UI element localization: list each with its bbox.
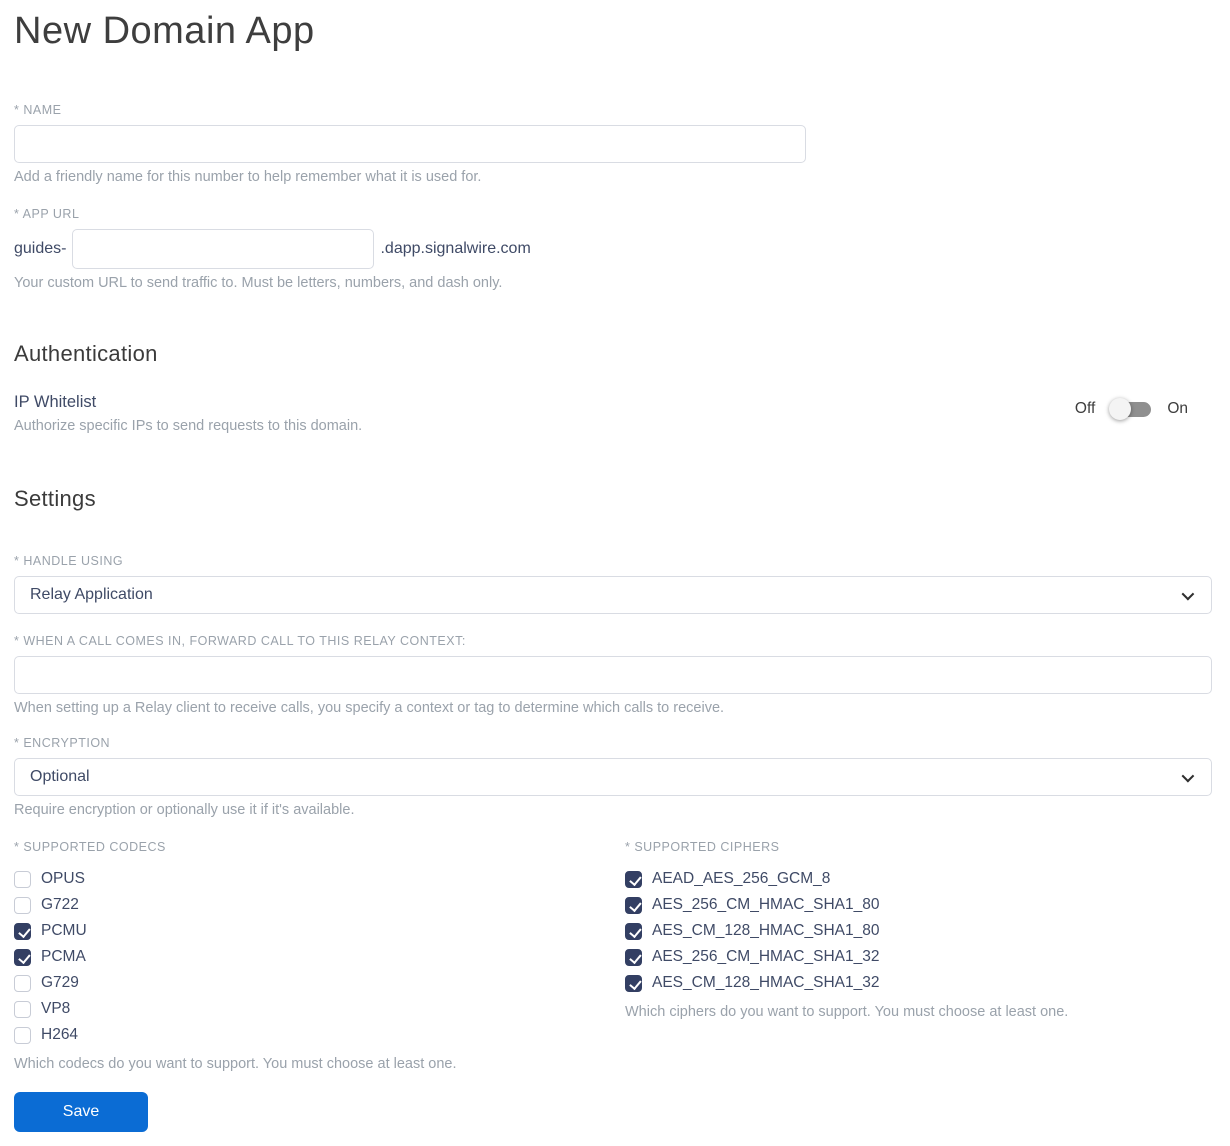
codec-cipher-columns: * SUPPORTED CODECS OPUS G722 PCMU PCMA G… <box>14 840 1212 1072</box>
cipher-label: AEAD_AES_256_GCM_8 <box>652 870 831 887</box>
cipher-label: AES_CM_128_HMAC_SHA1_80 <box>652 922 880 939</box>
checkbox-icon[interactable] <box>14 1000 31 1018</box>
checkbox-icon[interactable] <box>625 974 642 992</box>
save-button[interactable]: Save <box>14 1092 148 1132</box>
app-url-field: * APP URL guides- .dapp.signalwire.com Y… <box>14 207 1212 291</box>
cipher-label: AES_CM_128_HMAC_SHA1_32 <box>652 974 880 991</box>
settings-heading: Settings <box>14 486 96 511</box>
checkbox-icon[interactable] <box>14 922 31 940</box>
checkbox-icon[interactable] <box>14 1026 31 1044</box>
app-url-helper: Your custom URL to send traffic to. Must… <box>14 275 503 291</box>
checkbox-icon[interactable] <box>625 896 642 914</box>
authentication-heading: Authentication <box>14 341 158 366</box>
ip-whitelist-label: IP Whitelist <box>14 393 97 411</box>
relay-context-helper: When setting up a Relay client to receiv… <box>14 700 725 716</box>
name-input[interactable] <box>14 125 806 163</box>
encryption-field: * ENCRYPTION Optional Require encryption… <box>14 736 1212 818</box>
ip-whitelist-text: IP Whitelist Authorize specific IPs to s… <box>14 393 362 434</box>
checkbox-icon[interactable] <box>14 948 31 966</box>
encryption-label: * ENCRYPTION <box>14 736 111 750</box>
relay-context-input[interactable] <box>14 656 1212 694</box>
codec-label: PCMA <box>41 948 86 965</box>
cipher-checkbox-row[interactable]: AES_256_CM_HMAC_SHA1_80 <box>625 892 1212 918</box>
ciphers-label: * SUPPORTED CIPHERS <box>625 840 780 854</box>
checkbox-icon[interactable] <box>14 870 31 888</box>
codec-label: G722 <box>41 896 79 913</box>
new-domain-app-page: New Domain App * NAME Add a friendly nam… <box>0 0 1230 1146</box>
codec-checkbox-row[interactable]: H264 <box>14 1022 625 1048</box>
cipher-checkbox-row[interactable]: AES_CM_128_HMAC_SHA1_80 <box>625 918 1212 944</box>
name-field: * NAME Add a friendly name for this numb… <box>14 103 1212 185</box>
ciphers-list: AEAD_AES_256_GCM_8 AES_256_CM_HMAC_SHA1_… <box>625 866 1212 996</box>
chevron-down-icon <box>1181 587 1195 600</box>
codec-label: OPUS <box>41 870 85 887</box>
codecs-label: * SUPPORTED CODECS <box>14 840 166 854</box>
handle-using-label: * HANDLE USING <box>14 554 124 568</box>
app-url-prefix: guides- <box>14 240 67 257</box>
codecs-helper: Which codecs do you want to support. You… <box>14 1056 457 1072</box>
handle-using-select[interactable]: Relay Application <box>14 576 1212 614</box>
name-helper: Add a friendly name for this number to h… <box>14 169 482 185</box>
ip-whitelist-toggle[interactable] <box>1109 397 1153 421</box>
cipher-checkbox-row[interactable]: AES_CM_128_HMAC_SHA1_32 <box>625 970 1212 996</box>
checkbox-icon[interactable] <box>14 974 31 992</box>
app-url-suffix: .dapp.signalwire.com <box>380 240 531 257</box>
relay-context-field: * WHEN A CALL COMES IN, FORWARD CALL TO … <box>14 634 1212 716</box>
codec-label: G729 <box>41 974 79 991</box>
handle-using-field: * HANDLE USING Relay Application <box>14 554 1212 614</box>
ip-whitelist-toggle-group: Off On <box>1075 397 1212 421</box>
codec-checkbox-row[interactable]: G729 <box>14 970 625 996</box>
checkbox-icon[interactable] <box>625 870 642 888</box>
handle-using-value: Relay Application <box>30 586 153 603</box>
name-label: * NAME <box>14 103 62 117</box>
ip-whitelist-row: IP Whitelist Authorize specific IPs to s… <box>14 393 1212 434</box>
checkbox-icon[interactable] <box>625 922 642 940</box>
encryption-select[interactable]: Optional <box>14 758 1212 796</box>
relay-context-label: * WHEN A CALL COMES IN, FORWARD CALL TO … <box>14 634 466 648</box>
encryption-helper: Require encryption or optionally use it … <box>14 802 355 818</box>
app-url-label: * APP URL <box>14 207 80 221</box>
encryption-value: Optional <box>30 768 90 785</box>
app-url-input[interactable] <box>72 229 375 269</box>
cipher-checkbox-row[interactable]: AES_256_CM_HMAC_SHA1_32 <box>625 944 1212 970</box>
codec-label: H264 <box>41 1026 79 1043</box>
toggle-off-label: Off <box>1074 400 1096 417</box>
checkbox-icon[interactable] <box>625 948 642 966</box>
app-url-row: guides- .dapp.signalwire.com <box>14 229 1212 269</box>
toggle-on-label: On <box>1167 400 1188 417</box>
cipher-checkbox-row[interactable]: AEAD_AES_256_GCM_8 <box>625 866 1212 892</box>
codec-checkbox-row[interactable]: VP8 <box>14 996 625 1022</box>
ip-whitelist-helper: Authorize specific IPs to send requests … <box>14 418 363 434</box>
codec-label: VP8 <box>41 1000 71 1017</box>
codecs-column: * SUPPORTED CODECS OPUS G722 PCMU PCMA G… <box>14 840 625 1072</box>
codec-checkbox-row[interactable]: OPUS <box>14 866 625 892</box>
cipher-label: AES_256_CM_HMAC_SHA1_80 <box>652 896 880 913</box>
codec-label: PCMU <box>41 922 87 939</box>
ciphers-column: * SUPPORTED CIPHERS AEAD_AES_256_GCM_8 A… <box>625 840 1212 1072</box>
chevron-down-icon <box>1181 769 1195 782</box>
checkbox-icon[interactable] <box>14 896 31 914</box>
page-title: New Domain App <box>14 10 315 52</box>
codec-checkbox-row[interactable]: G722 <box>14 892 625 918</box>
codecs-list: OPUS G722 PCMU PCMA G729 VP8 H264 <box>14 866 625 1048</box>
ciphers-helper: Which ciphers do you want to support. Yo… <box>625 1004 1069 1020</box>
cipher-label: AES_256_CM_HMAC_SHA1_32 <box>652 948 880 965</box>
codec-checkbox-row[interactable]: PCMU <box>14 918 625 944</box>
codec-checkbox-row[interactable]: PCMA <box>14 944 625 970</box>
